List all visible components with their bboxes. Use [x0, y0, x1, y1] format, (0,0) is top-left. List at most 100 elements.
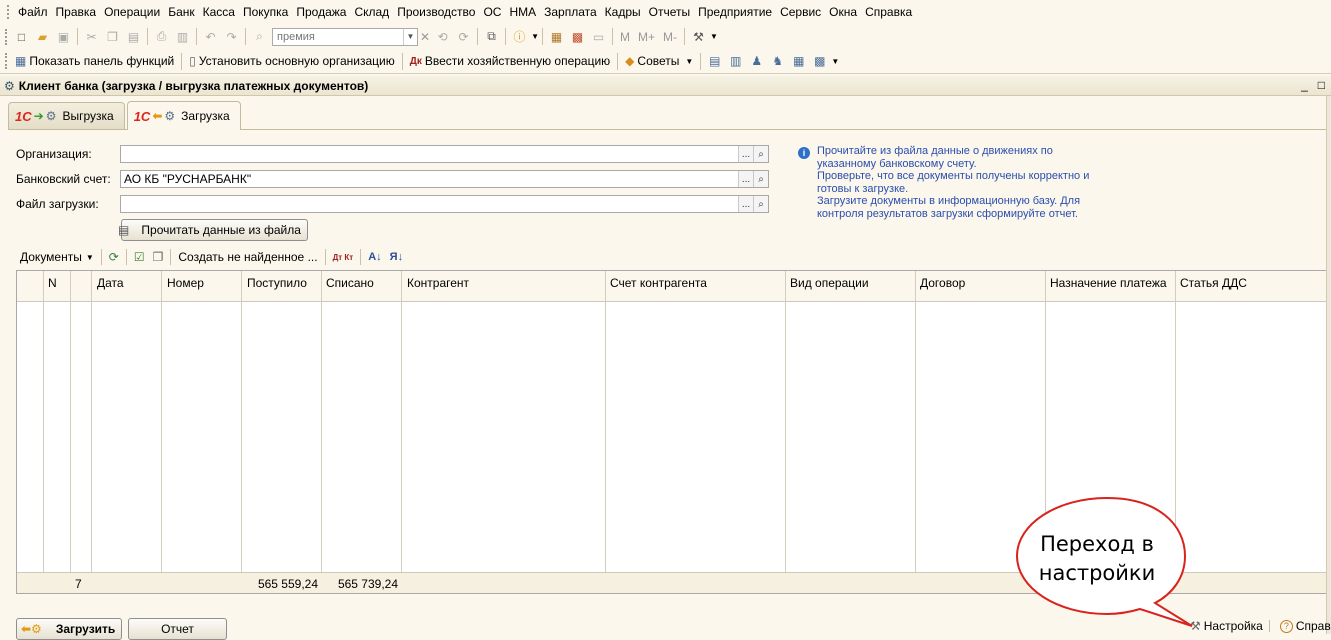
tab-import[interactable]: 1С ⬅ ⚙ Загрузка: [126, 101, 241, 130]
paste-icon[interactable]: ▤: [123, 27, 144, 47]
col-header-number[interactable]: Номер: [167, 276, 204, 290]
settings-list-icon[interactable]: ▩: [809, 51, 830, 71]
col-header-received[interactable]: Поступило: [247, 276, 307, 290]
chevron-down-icon[interactable]: ▼: [710, 32, 718, 41]
toolbar-grip[interactable]: [5, 53, 8, 69]
chevron-down-icon[interactable]: ▼: [531, 32, 539, 41]
cut-icon[interactable]: ✂: [81, 27, 102, 47]
tips-button[interactable]: ◆ Советы ▼: [621, 54, 697, 68]
report-button[interactable]: Отчет: [128, 618, 227, 640]
menu-cash[interactable]: Касса: [199, 5, 239, 19]
menu-intangibles[interactable]: НМА: [505, 5, 540, 19]
menu-operations[interactable]: Операции: [100, 5, 164, 19]
memory-m-button[interactable]: M: [616, 30, 634, 44]
menu-fixed-assets[interactable]: ОС: [479, 5, 505, 19]
uncheck-all-icon[interactable]: ❐: [149, 250, 168, 264]
create-missing-button[interactable]: Создать не найденное ...: [174, 250, 321, 264]
print-icon[interactable]: ⎙: [151, 27, 172, 47]
file-select-button[interactable]: ...: [738, 196, 753, 212]
menu-warehouse[interactable]: Склад: [350, 5, 393, 19]
menu-service[interactable]: Сервис: [776, 5, 825, 19]
account-field[interactable]: АО КБ "РУСНАРБАНК" ... ⌕: [120, 170, 769, 188]
clear-search-icon[interactable]: ✕: [420, 30, 430, 44]
table-column: [162, 271, 242, 593]
sort-descending-icon[interactable]: Я↓: [386, 251, 407, 263]
col-header-date[interactable]: Дата: [97, 276, 124, 290]
memory-minus-button[interactable]: M-: [659, 30, 681, 44]
col-header-cash-flow-item[interactable]: Статья ДДС: [1180, 276, 1247, 290]
calendar-icon[interactable]: ▩: [567, 27, 588, 47]
col-header-operation-type[interactable]: Вид операции: [790, 276, 869, 290]
documents-menu-button[interactable]: Документы ▼: [16, 250, 98, 264]
info-icon[interactable]: ⓘ: [509, 27, 530, 47]
report-chart-icon[interactable]: ▥: [725, 51, 746, 71]
chevron-down-icon[interactable]: ▼: [403, 28, 417, 45]
col-header-contract[interactable]: Договор: [920, 276, 965, 290]
menu-hr[interactable]: Кадры: [601, 5, 645, 19]
menu-windows[interactable]: Окна: [825, 5, 861, 19]
menu-sale[interactable]: Продажа: [292, 5, 350, 19]
help-button[interactable]: Справка: [1296, 619, 1331, 633]
enter-operation-button[interactable]: Дк Ввести хозяйственную операцию: [406, 54, 614, 68]
undo-icon[interactable]: ↶: [200, 27, 221, 47]
menu-purchase[interactable]: Покупка: [239, 5, 292, 19]
copy-icon[interactable]: ❐: [102, 27, 123, 47]
search-icon[interactable]: ⌕: [249, 27, 270, 47]
settings-button[interactable]: Настройка: [1204, 619, 1263, 633]
account-search-icon[interactable]: ⌕: [753, 171, 768, 187]
col-header-counterparty[interactable]: Контрагент: [407, 276, 469, 290]
tab-export[interactable]: 1С ➔ ⚙ Выгрузка: [8, 102, 125, 129]
org-select-button[interactable]: ...: [738, 146, 753, 162]
restore-button[interactable]: □: [1318, 78, 1325, 92]
redo-icon[interactable]: ↷: [221, 27, 242, 47]
menu-enterprise[interactable]: Предприятие: [694, 5, 776, 19]
instructions-hint: i Прочитайте из файла данные о движениях…: [798, 145, 1120, 221]
memory-plus-button[interactable]: M+: [634, 30, 659, 44]
col-header-n[interactable]: N: [48, 276, 57, 290]
col-header-payment-purpose[interactable]: Назначение платежа: [1050, 276, 1167, 290]
journal-icon[interactable]: ▦: [788, 51, 809, 71]
chevron-down-icon[interactable]: ▼: [831, 57, 839, 66]
toolbar-search-input[interactable]: премия: [273, 31, 403, 43]
menu-production[interactable]: Производство: [393, 5, 479, 19]
find-next-icon[interactable]: ⟲: [432, 27, 453, 47]
users-icon[interactable]: ♟: [746, 51, 767, 71]
save-icon[interactable]: ▣: [53, 27, 74, 47]
report-table-icon[interactable]: ▤: [704, 51, 725, 71]
menu-bank[interactable]: Банк: [164, 5, 198, 19]
read-file-button[interactable]: ▤ Прочитать данные из файла: [118, 219, 308, 241]
minimize-button[interactable]: _: [1301, 78, 1308, 92]
refresh-icon[interactable]: ⟳: [105, 250, 123, 264]
account-input[interactable]: АО КБ "РУСНАРБАНК": [121, 172, 738, 186]
find-prev-icon[interactable]: ⟳: [453, 27, 474, 47]
print-preview-icon[interactable]: ▥: [172, 27, 193, 47]
calculator-icon[interactable]: ▦: [546, 27, 567, 47]
col-header-counterparty-account[interactable]: Счет контрагента: [610, 276, 707, 290]
menu-reports[interactable]: Отчеты: [645, 5, 694, 19]
tools-icon[interactable]: ⚒: [688, 27, 709, 47]
windows-icon[interactable]: ⧉: [481, 27, 502, 47]
show-function-panel-button[interactable]: ▦ Показать панель функций: [11, 54, 178, 68]
menu-edit[interactable]: Правка: [52, 5, 101, 19]
toolbar-search-combo[interactable]: премия ▼: [272, 27, 418, 46]
file-field[interactable]: ... ⌕: [120, 195, 769, 213]
file-search-icon[interactable]: ⌕: [753, 196, 768, 212]
user-list-icon[interactable]: ♞: [767, 51, 788, 71]
load-button[interactable]: ⬅⚙ Загрузить: [16, 618, 122, 640]
sort-ascending-icon[interactable]: A↓: [364, 251, 385, 263]
menu-file[interactable]: Файл: [14, 5, 52, 19]
check-all-icon[interactable]: ☑: [130, 250, 149, 264]
col-header-spent[interactable]: Списано: [326, 276, 374, 290]
org-search-icon[interactable]: ⌕: [753, 146, 768, 162]
dt-kt-icon[interactable]: Дт Кт: [329, 253, 358, 262]
set-main-org-button[interactable]: ▯ Установить основную организацию: [185, 54, 398, 68]
menu-salary[interactable]: Зарплата: [540, 5, 601, 19]
open-folder-icon[interactable]: ▰: [32, 27, 53, 47]
menu-help[interactable]: Справка: [861, 5, 916, 19]
toolbar-grip[interactable]: [5, 28, 8, 45]
org-field[interactable]: ... ⌕: [120, 145, 769, 163]
new-document-icon[interactable]: □: [11, 27, 32, 47]
account-select-button[interactable]: ...: [738, 171, 753, 187]
clipboard-icon[interactable]: ▭: [588, 27, 609, 47]
menu-grip[interactable]: [7, 5, 10, 19]
